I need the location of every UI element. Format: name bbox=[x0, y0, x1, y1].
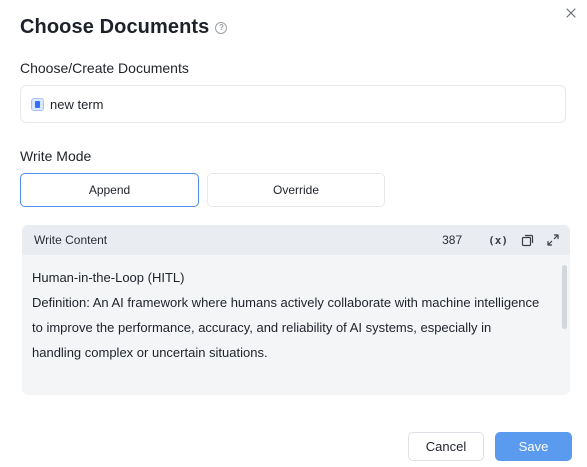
write-content-editor[interactable]: Human-in-the-Loop (HITL) Definition: An … bbox=[22, 255, 570, 365]
override-mode-button[interactable]: Override bbox=[207, 173, 385, 207]
content-line: Human-in-the-Loop (HITL) bbox=[32, 270, 185, 285]
selected-document-name: new term bbox=[50, 96, 104, 112]
variable-icon[interactable]: (x) bbox=[488, 233, 508, 247]
append-mode-button[interactable]: Append bbox=[20, 173, 199, 207]
cancel-button[interactable]: Cancel bbox=[408, 432, 484, 461]
write-content-label: Write Content bbox=[34, 233, 108, 247]
dialog-title: Choose Documents bbox=[20, 16, 210, 38]
content-scrollbar[interactable] bbox=[562, 265, 567, 329]
write-mode-label: Write Mode bbox=[20, 148, 92, 164]
documents-label: Choose/Create Documents bbox=[20, 60, 189, 76]
save-button[interactable]: Save bbox=[495, 432, 572, 461]
write-content-header: Write Content 387 (x) bbox=[22, 225, 570, 255]
question-circle-icon[interactable]: ? bbox=[215, 21, 228, 34]
copy-icon[interactable] bbox=[520, 233, 534, 247]
choose-documents-dialog: Choose Documents ? Choose/Create Documen… bbox=[0, 0, 587, 467]
write-content-panel: Write Content 387 (x) Human-in-the-Loop … bbox=[22, 225, 570, 395]
close-icon[interactable] bbox=[564, 6, 578, 20]
content-line: Definition: An AI framework where humans… bbox=[32, 295, 540, 360]
document-icon bbox=[31, 97, 44, 111]
expand-icon[interactable] bbox=[546, 233, 560, 247]
document-selector[interactable]: new term bbox=[20, 85, 566, 123]
dialog-header: Choose Documents ? bbox=[20, 16, 228, 39]
character-count: 387 bbox=[442, 233, 463, 247]
